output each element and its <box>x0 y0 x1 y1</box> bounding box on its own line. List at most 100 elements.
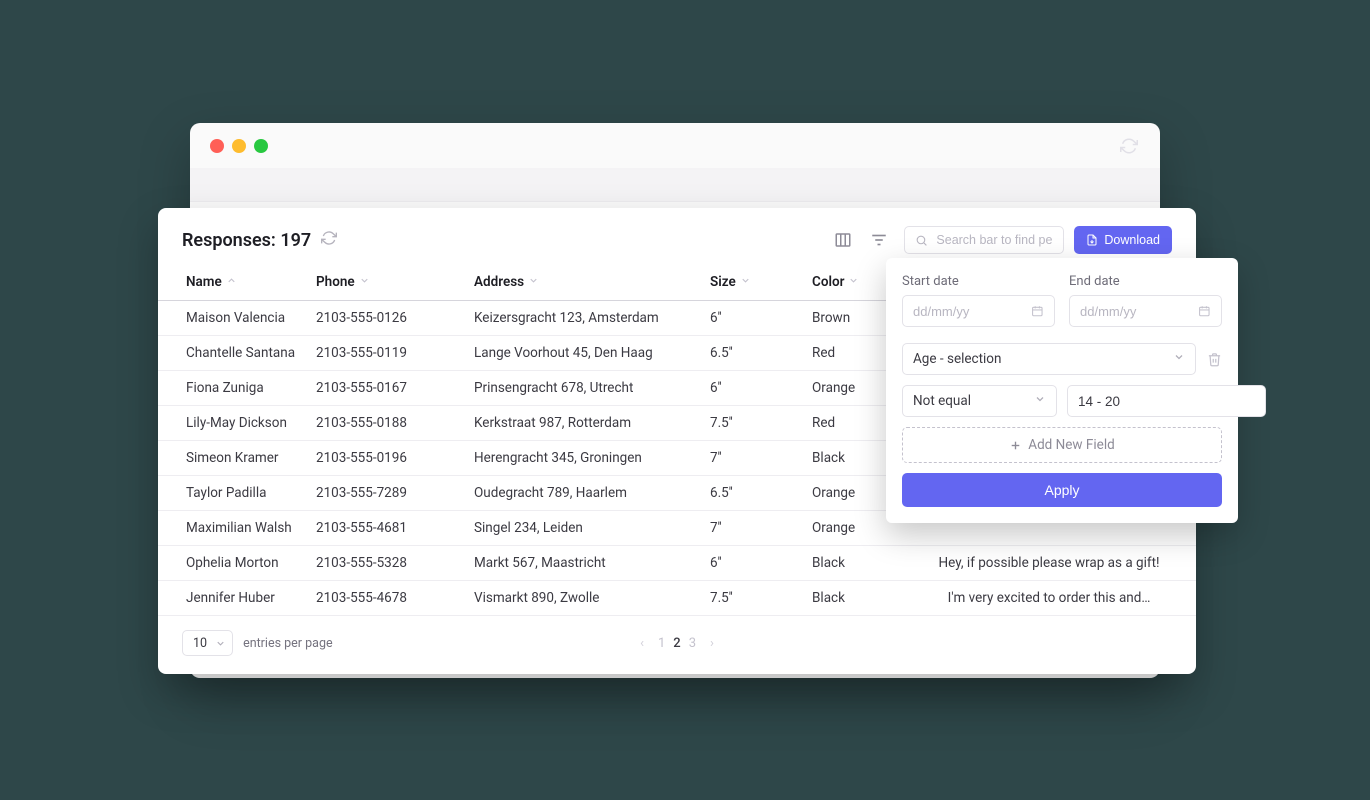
window-controls <box>210 139 268 153</box>
apply-button[interactable]: Apply <box>902 473 1222 507</box>
apply-label: Apply <box>1044 482 1079 498</box>
cell-size: 7'' <box>702 511 804 546</box>
cell-phone: 2103-555-5328 <box>308 546 466 581</box>
col-address[interactable]: Address <box>466 264 702 301</box>
cell-phone: 2103-555-0126 <box>308 301 466 336</box>
pagination: ‹ 123 › <box>640 636 714 651</box>
col-phone[interactable]: Phone <box>308 264 466 301</box>
cell-msg: I'm very excited to order this and… <box>902 581 1196 616</box>
filter-button[interactable] <box>868 229 890 251</box>
perpage-label: entries per page <box>243 636 333 651</box>
cell-name: Maximilian Walsh <box>158 511 308 546</box>
browser-tabstrip <box>190 168 1160 202</box>
end-date-input[interactable] <box>1069 295 1222 327</box>
end-date-field[interactable] <box>1080 304 1198 319</box>
page-2[interactable]: 2 <box>673 636 680 651</box>
cell-phone: 2103-555-4681 <box>308 511 466 546</box>
calendar-icon <box>1198 304 1211 318</box>
filter-field-select[interactable]: Age - selection <box>902 343 1196 375</box>
page-1[interactable]: 1 <box>658 636 665 651</box>
cell-size: 6.5'' <box>702 476 804 511</box>
page-title: Responses: 197 <box>182 230 311 251</box>
cell-phone: 2103-555-4678 <box>308 581 466 616</box>
cell-name: Chantelle Santana <box>158 336 308 371</box>
chevron-down-icon <box>528 274 539 290</box>
cell-size: 6'' <box>702 301 804 336</box>
close-window-button[interactable] <box>210 139 224 153</box>
trash-icon <box>1207 352 1222 367</box>
add-filter-label: Add New Field <box>1028 437 1114 453</box>
cell-color: Black <box>804 546 902 581</box>
perpage-select[interactable]: 10 <box>182 630 233 656</box>
cell-size: 7'' <box>702 441 804 476</box>
sort-asc-icon <box>226 274 237 290</box>
chevron-down-icon <box>1173 351 1185 367</box>
cell-name: Simeon Kramer <box>158 441 308 476</box>
cell-name: Taylor Padilla <box>158 476 308 511</box>
chevron-down-icon <box>215 638 226 649</box>
plus-icon <box>1009 439 1022 452</box>
cell-name: Lily-May Dickson <box>158 406 308 441</box>
minimize-window-button[interactable] <box>232 139 246 153</box>
cell-name: Ophelia Morton <box>158 546 308 581</box>
maximize-window-button[interactable] <box>254 139 268 153</box>
cell-addr: Singel 234, Leiden <box>466 511 702 546</box>
start-date-input[interactable] <box>902 295 1055 327</box>
start-date-label: Start date <box>902 274 1055 289</box>
page-3[interactable]: 3 <box>689 636 696 651</box>
table-row[interactable]: Ophelia Morton2103-555-5328Markt 567, Ma… <box>158 546 1196 581</box>
cell-name: Jennifer Huber <box>158 581 308 616</box>
cell-size: 6.5'' <box>702 336 804 371</box>
filter-field-value: Age - selection <box>913 351 1001 367</box>
cell-addr: Keizersgracht 123, Amsterdam <box>466 301 702 336</box>
search-input-wrapper[interactable] <box>904 226 1064 254</box>
cell-addr: Vismarkt 890, Zwolle <box>466 581 702 616</box>
title-prefix: Responses: <box>182 230 280 251</box>
cell-size: 6'' <box>702 546 804 581</box>
add-filter-button[interactable]: Add New Field <box>902 427 1222 463</box>
refresh-button[interactable] <box>321 230 337 250</box>
cell-phone: 2103-555-0188 <box>308 406 466 441</box>
download-label: Download <box>1104 233 1160 247</box>
prev-page-button[interactable]: ‹ <box>640 636 644 651</box>
cell-phone: 2103-555-0119 <box>308 336 466 371</box>
cell-addr: Oudegracht 789, Haarlem <box>466 476 702 511</box>
filter-value-input[interactable] <box>1067 385 1266 417</box>
chevron-down-icon <box>359 274 370 290</box>
next-page-button[interactable]: › <box>710 636 714 651</box>
download-button[interactable]: Download <box>1074 226 1172 254</box>
chevron-down-icon <box>848 274 859 290</box>
cell-size: 6'' <box>702 371 804 406</box>
cell-name: Fiona Zuniga <box>158 371 308 406</box>
filter-operator-select[interactable]: Not equal <box>902 385 1057 417</box>
search-input[interactable] <box>936 233 1053 247</box>
table-footer: 10 entries per page ‹ 123 › <box>158 616 1196 656</box>
chevron-down-icon <box>740 274 751 290</box>
cell-addr: Prinsengracht 678, Utrecht <box>466 371 702 406</box>
browser-titlebar <box>190 123 1160 168</box>
cell-phone: 2103-555-7289 <box>308 476 466 511</box>
calendar-icon <box>1031 304 1044 318</box>
filter-popover: Start date End date Age - selection Not … <box>886 258 1238 523</box>
cell-addr: Markt 567, Maastricht <box>466 546 702 581</box>
cell-addr: Herengracht 345, Groningen <box>466 441 702 476</box>
columns-button[interactable] <box>832 229 854 251</box>
filter-operator-value: Not equal <box>913 393 971 409</box>
sync-icon <box>1120 137 1138 159</box>
cell-color: Black <box>804 581 902 616</box>
delete-filter-button[interactable] <box>1206 352 1222 367</box>
start-date-field[interactable] <box>913 304 1031 319</box>
cell-size: 7.5'' <box>702 581 804 616</box>
cell-addr: Kerkstraat 987, Rotterdam <box>466 406 702 441</box>
cell-size: 7.5'' <box>702 406 804 441</box>
col-size[interactable]: Size <box>702 264 804 301</box>
cell-name: Maison Valencia <box>158 301 308 336</box>
table-row[interactable]: Jennifer Huber2103-555-4678Vismarkt 890,… <box>158 581 1196 616</box>
cell-addr: Lange Voorhout 45, Den Haag <box>466 336 702 371</box>
download-icon <box>1086 234 1098 246</box>
chevron-down-icon <box>1034 393 1046 409</box>
cell-msg: Hey, if possible please wrap as a gift! <box>902 546 1196 581</box>
title-count: 197 <box>280 230 311 251</box>
col-name[interactable]: Name <box>158 264 308 301</box>
perpage-value: 10 <box>193 636 207 651</box>
